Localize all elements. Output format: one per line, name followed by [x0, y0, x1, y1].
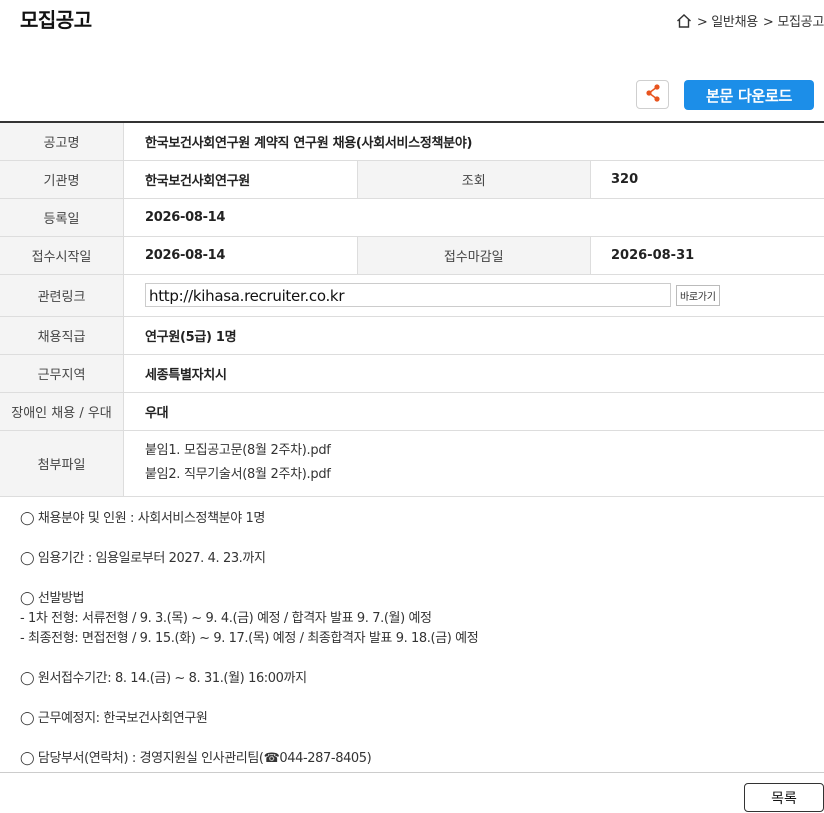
body-line: ◯ 채용분야 및 인원 : 사회서비스정책분야 1명	[20, 511, 265, 526]
share-icon	[645, 83, 661, 106]
goto-link-button[interactable]: 바로가기	[676, 284, 720, 306]
table-row: 기관명 한국보건사회연구원 조회 320	[0, 160, 824, 199]
link-url-field[interactable]: http://kihasa.recruiter.co.kr	[145, 283, 671, 307]
page-title: 모집공고	[20, 8, 92, 32]
link-cell: http://kihasa.recruiter.co.kr 바로가기	[123, 274, 824, 317]
table-row: 첨부파일 붙임1. 모집공고문(8월 2주차).pdf 붙임2. 직무기술서(8…	[0, 430, 824, 497]
table-row: 등록일 2026-08-14	[0, 198, 824, 237]
registered-date: 2026-08-14	[123, 198, 824, 237]
label-link: 관련링크	[0, 274, 124, 317]
body-line: ◯ 담당부서(연락처) : 경영지원실 인사관리팀(☎044-287-8405)	[20, 751, 372, 766]
list-button[interactable]: 목록	[744, 783, 824, 812]
body-line: ◯ 원서접수기간: 8. 14.(금) ~ 8. 31.(월) 16:00까지	[20, 671, 307, 686]
label-views: 조회	[356, 160, 591, 199]
start-date: 2026-08-14	[123, 236, 357, 275]
label-grade: 채용직급	[0, 316, 124, 355]
label-end-date: 접수마감일	[356, 236, 591, 275]
table-row: 장애인 채용 / 우대 우대	[0, 392, 824, 431]
breadcrumb-item-general[interactable]: > 일반채용	[697, 11, 758, 30]
body-line: ◯ 근무예정지: 한국보건사회연구원	[20, 711, 208, 726]
announcement-name: 한국보건사회연구원 계약직 연구원 채용(사회서비스정책분야)	[123, 122, 824, 161]
body-line: - 1차 전형: 서류전형 / 9. 3.(목) ~ 9. 4.(금) 예정 /…	[20, 611, 432, 626]
attachment-link[interactable]: 붙임2. 직무기술서(8월 2주차).pdf	[145, 463, 824, 487]
breadcrumb-item-current[interactable]: > 모집공고	[763, 11, 824, 30]
download-body-button[interactable]: 본문 다운로드	[684, 80, 814, 110]
table-row: 채용직급 연구원(5급) 1명	[0, 316, 824, 355]
institution-name: 한국보건사회연구원	[123, 160, 357, 199]
table-row: 관련링크 http://kihasa.recruiter.co.kr 바로가기	[0, 274, 824, 317]
disabled-value: 우대	[123, 392, 824, 431]
body-line: ◯ 선발방법	[20, 591, 85, 606]
region-value: 세종특별자치시	[123, 354, 824, 393]
views-count: 320	[590, 160, 824, 199]
grade-value: 연구원(5급) 1명	[123, 316, 824, 355]
divider	[0, 772, 824, 773]
label-registered: 등록일	[0, 198, 124, 237]
attachment-link[interactable]: 붙임1. 모집공고문(8월 2주차).pdf	[145, 439, 824, 463]
label-announcement-name: 공고명	[0, 122, 124, 161]
home-icon[interactable]	[676, 13, 692, 29]
attachments-cell: 붙임1. 모집공고문(8월 2주차).pdf 붙임2. 직무기술서(8월 2주차…	[123, 430, 824, 497]
body-line: ◯ 임용기간 : 임용일로부터 2027. 4. 23.까지	[20, 551, 266, 566]
label-institution: 기관명	[0, 160, 124, 199]
end-date: 2026-08-31	[590, 236, 824, 275]
share-button[interactable]	[636, 80, 669, 109]
label-start-date: 접수시작일	[0, 236, 124, 275]
body-line: - 최종전형: 면접전형 / 9. 15.(화) ~ 9. 17.(목) 예정 …	[20, 631, 479, 646]
label-region: 근무지역	[0, 354, 124, 393]
table-row: 공고명 한국보건사회연구원 계약직 연구원 채용(사회서비스정책분야)	[0, 122, 824, 161]
announcement-info-table: 공고명 한국보건사회연구원 계약직 연구원 채용(사회서비스정책분야) 기관명 …	[0, 121, 824, 497]
table-row: 근무지역 세종특별자치시	[0, 354, 824, 393]
breadcrumb: > 일반채용 > 모집공고	[676, 11, 824, 30]
label-attachments: 첨부파일	[0, 430, 124, 497]
table-row: 접수시작일 2026-08-14 접수마감일 2026-08-31	[0, 236, 824, 275]
label-disabled: 장애인 채용 / 우대	[0, 392, 124, 431]
